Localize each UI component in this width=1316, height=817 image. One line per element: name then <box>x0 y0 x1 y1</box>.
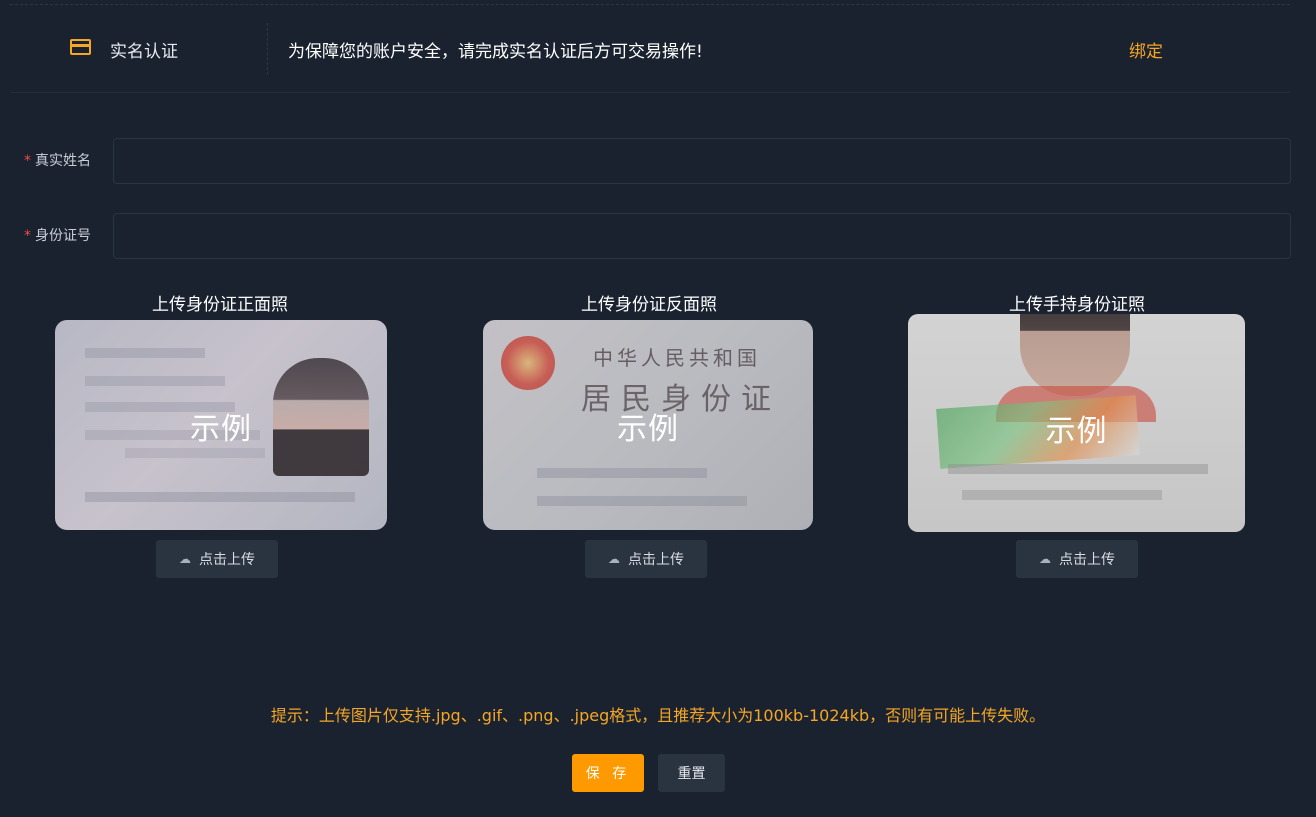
cloud-upload-icon: ☁ <box>179 552 191 566</box>
upload-id-handheld-title: 上传手持身份证照 <box>1009 295 1145 315</box>
real-name-label-text: 真实姓名 <box>35 153 91 169</box>
verification-title: 实名认证 <box>110 42 178 62</box>
upload-id-front: 上传身份证正面照 示例 ☁ 点击上传 <box>50 288 390 580</box>
sample-text-line <box>85 348 205 358</box>
cloud-upload-icon: ☁ <box>608 552 620 566</box>
upload-id-front-title: 上传身份证正面照 <box>152 295 288 315</box>
back-line1: 中华人民共和国 <box>593 346 761 370</box>
cloud-upload-icon: ☁ <box>1039 552 1051 566</box>
sample-text-line <box>948 464 1208 474</box>
required-mark: * <box>24 228 31 244</box>
verification-title-cell: 实名认证 <box>10 23 268 75</box>
upload-id-back: 上传身份证反面照 中华人民共和国 居民身份证 示例 ☁ 点击上传 <box>479 288 819 580</box>
required-mark: * <box>24 153 31 169</box>
upload-button-label: 点击上传 <box>199 552 255 568</box>
upload-id-handheld: 上传手持身份证照 示例 ☁ 点击上传 <box>907 288 1247 580</box>
sample-text-line <box>85 492 355 502</box>
id-back-sample-image: 中华人民共和国 居民身份证 示例 <box>483 320 813 530</box>
upload-tip: 提示：上传图片仅支持.jpg、.gif、.png、.jpeg格式，且推荐大小为1… <box>270 706 1046 725</box>
sample-portrait <box>1020 314 1130 396</box>
save-button[interactable]: 保 存 <box>572 754 644 792</box>
id-number-row: * 身份证号 <box>0 213 1316 259</box>
real-name-input[interactable] <box>113 138 1291 184</box>
id-front-sample-image: 示例 <box>55 320 387 530</box>
national-emblem-icon <box>501 336 555 390</box>
id-number-label: * 身份证号 <box>24 225 91 245</box>
upload-button-label: 点击上传 <box>1059 552 1115 568</box>
id-handheld-sample-image: 示例 <box>908 314 1245 532</box>
id-number-label-text: 身份证号 <box>35 228 91 244</box>
upload-button-label: 点击上传 <box>628 552 684 568</box>
upload-id-handheld-button[interactable]: ☁ 点击上传 <box>1016 540 1138 578</box>
real-name-row: * 真实姓名 <box>0 138 1316 184</box>
bind-link[interactable]: 绑定 <box>1129 37 1163 62</box>
real-name-label: * 真实姓名 <box>24 150 91 170</box>
sample-text-line <box>85 376 225 386</box>
credit-card-icon <box>70 39 91 55</box>
sample-text-line <box>537 468 707 478</box>
upload-id-front-button[interactable]: ☁ 点击上传 <box>156 540 278 578</box>
id-number-input[interactable] <box>113 213 1291 259</box>
sample-text-line <box>962 490 1162 500</box>
sample-text-line <box>537 496 747 506</box>
reset-button[interactable]: 重置 <box>658 754 725 792</box>
verification-description: 为保障您的账户安全，请完成实名认证后方可交易操作! <box>288 42 703 62</box>
sample-text-line <box>125 448 265 458</box>
upload-id-back-button[interactable]: ☁ 点击上传 <box>585 540 707 578</box>
sample-label: 示例 <box>190 412 252 447</box>
upload-id-back-title: 上传身份证反面照 <box>581 295 717 315</box>
sample-label: 示例 <box>617 412 679 447</box>
sample-label: 示例 <box>1045 414 1108 449</box>
verification-row: 实名认证 为保障您的账户安全，请完成实名认证后方可交易操作! 绑定 <box>10 5 1290 93</box>
